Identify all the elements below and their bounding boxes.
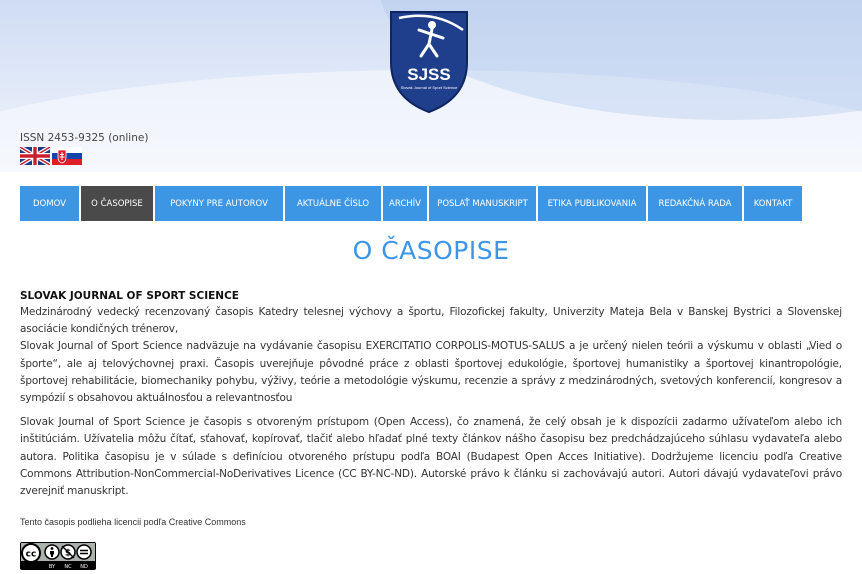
license-note: Tento časopis podlieha licencii podľa Cr… [20, 517, 246, 527]
nav-item-etika-publikovania[interactable]: ETIKA PUBLIKOVANIA [538, 186, 648, 221]
nav-item-pokyny-pre-autorov[interactable]: POKYNY PRE AUTOROV [155, 186, 285, 221]
journal-heading: SLOVAK JOURNAL OF SPORT SCIENCE [20, 290, 239, 302]
nav-item-domov[interactable]: DOMOV [20, 186, 81, 221]
sjss-logo[interactable]: SJSS Slovak Journal of Sport Science [385, 8, 473, 114]
cc-by-nc-nd-icon[interactable]: cc $ BY NC ND [20, 542, 96, 570]
slovak-flag-icon[interactable] [52, 147, 82, 165]
nav-item-o-casopise[interactable]: O ČASOPISE [81, 186, 155, 221]
cc-label-nd: ND [80, 564, 88, 570]
main-navigation: DOMOV O ČASOPISE POKYNY PRE AUTOROV AKTU… [20, 186, 804, 221]
nav-item-redakcna-rada[interactable]: REDAKČNÁ RADA [648, 186, 744, 221]
svg-text:cc: cc [26, 550, 37, 560]
nav-item-archiv[interactable]: ARCHÍV [383, 186, 429, 221]
nav-item-kontakt[interactable]: KONTAKT [744, 186, 804, 221]
paragraph-intro: Medzinárodný vedecký recenzovaný časopis… [20, 306, 842, 336]
issn-label: ISSN 2453-9325 (online) [20, 132, 149, 144]
page-title: O ČASOPISE [352, 236, 510, 265]
language-switcher [20, 147, 82, 165]
nav-item-poslat-manuskript[interactable]: POSLAŤ MANUSKRIPT [429, 186, 538, 221]
uk-flag-icon[interactable] [20, 147, 50, 165]
logo-subtext: Slovak Journal of Sport Science [401, 85, 458, 90]
cc-label-by: BY [49, 564, 56, 570]
paragraph-open-access: Slovak Journal of Sport Science je časop… [20, 416, 842, 498]
nav-item-aktualne-cislo[interactable]: AKTUÁLNE ČÍSLO [285, 186, 383, 221]
article-content: SLOVAK JOURNAL OF SPORT SCIENCE Medzinár… [20, 289, 842, 500]
cc-label-nc: NC [64, 564, 72, 570]
site-header: SJSS Slovak Journal of Sport Science ISS… [0, 0, 862, 172]
logo-text: SJSS [407, 65, 450, 84]
paragraph-scope: Slovak Journal of Sport Science nadväzuj… [20, 340, 842, 405]
